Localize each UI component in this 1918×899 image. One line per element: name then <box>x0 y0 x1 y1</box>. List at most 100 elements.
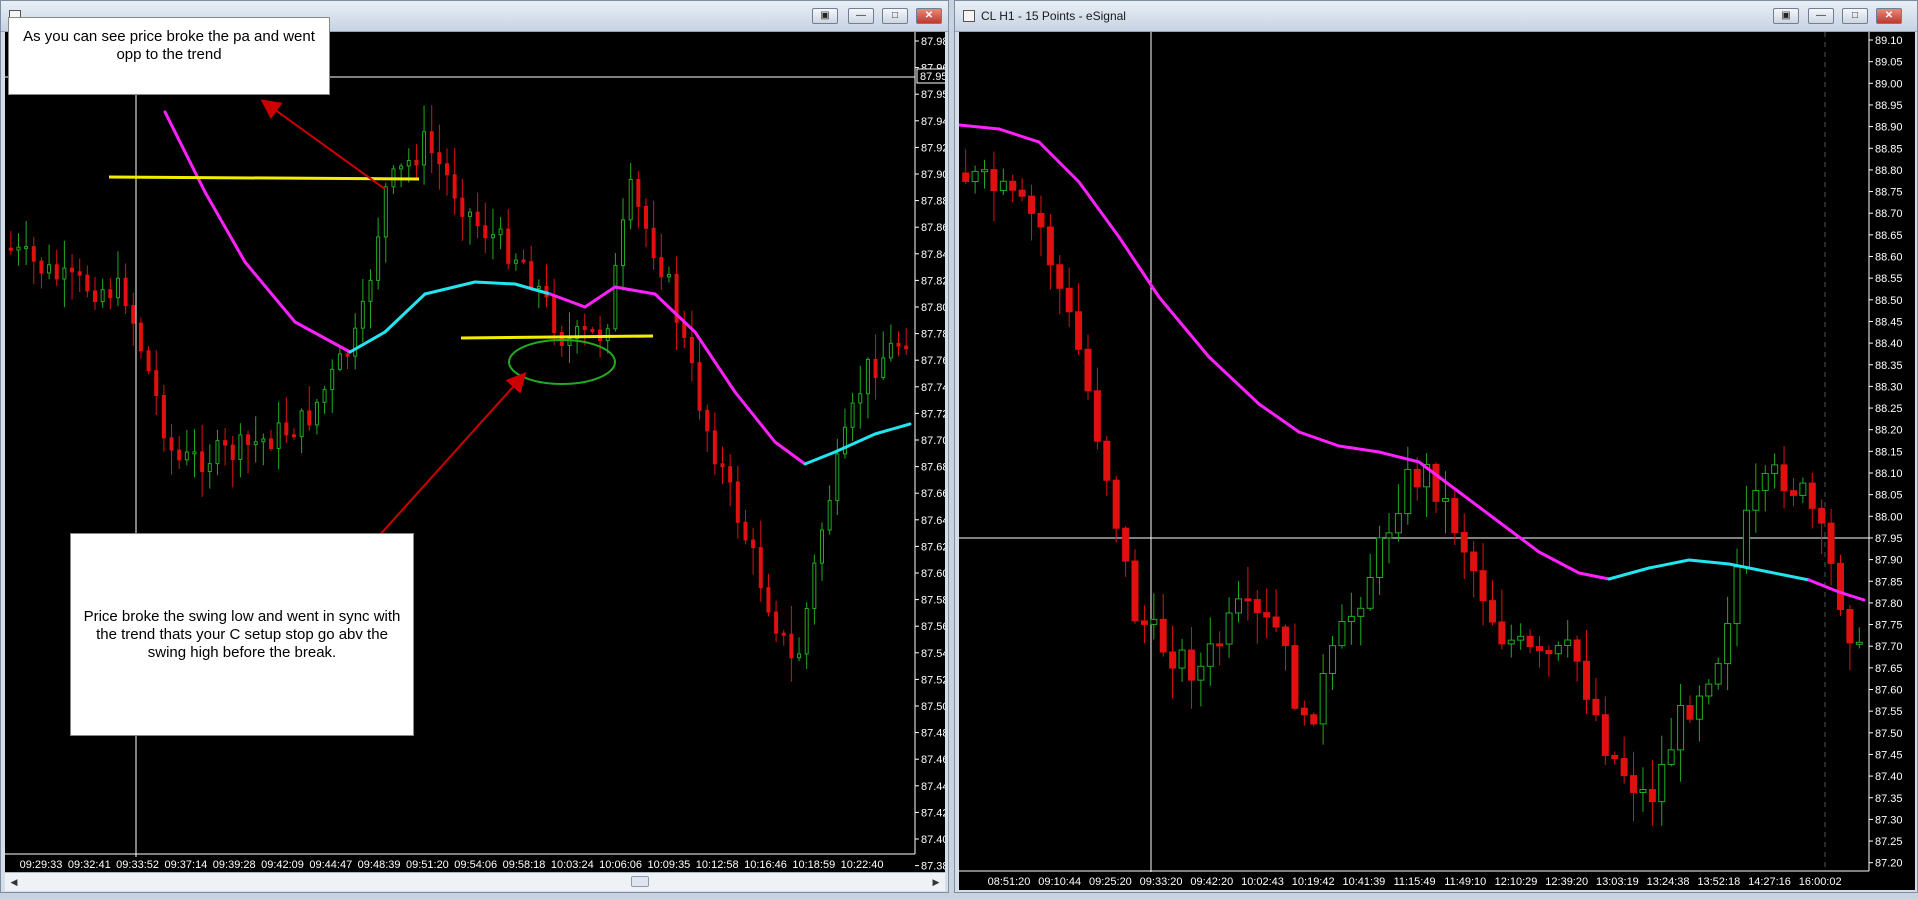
left-y-tick-label: 87.88 <box>921 196 945 208</box>
right-candle <box>1018 189 1026 197</box>
maximize-button[interactable]: □ <box>882 8 908 24</box>
left-y-tick-label: 87.80 <box>921 302 945 314</box>
right-y-tick-label: 88.60 <box>1875 252 1903 264</box>
left-candle <box>712 430 717 465</box>
left-candle <box>47 264 52 274</box>
minimize-button[interactable]: — <box>1808 8 1834 24</box>
current-price-label: 87.95 <box>920 71 945 83</box>
close-button[interactable]: ✕ <box>916 8 942 24</box>
left-candle <box>77 271 82 276</box>
left-price-chart[interactable]: 87.9887.9687.9587.9487.9287.9087.8887.86… <box>5 32 945 872</box>
left-candle <box>697 362 702 411</box>
left-x-tick-label: 09:58:18 <box>503 859 546 871</box>
left-x-tick-label: 09:51:20 <box>406 859 449 871</box>
minimize-icon: — <box>1816 10 1826 21</box>
right-candle <box>1573 639 1581 662</box>
right-y-tick-label: 88.40 <box>1875 338 1903 350</box>
left-x-tick-label: 09:33:52 <box>116 859 159 871</box>
right-y-tick-label: 87.45 <box>1875 749 1903 761</box>
right-y-tick-label: 88.35 <box>1875 360 1903 372</box>
right-candle <box>1366 577 1374 609</box>
right-candle <box>1197 665 1205 681</box>
right-y-tick-label: 87.75 <box>1875 620 1903 632</box>
right-y-tick-label: 89.05 <box>1875 57 1903 69</box>
maximize-button[interactable]: □ <box>1842 8 1868 24</box>
right-candle <box>1300 707 1308 716</box>
right-x-tick-label: 10:41:39 <box>1342 876 1385 888</box>
left-candle <box>781 632 786 636</box>
right-candle <box>1611 754 1619 760</box>
right-x-tick-label: 09:33:20 <box>1140 876 1183 888</box>
right-y-tick-label: 87.80 <box>1875 598 1903 610</box>
left-candle <box>850 402 855 428</box>
right-candle <box>1752 489 1760 511</box>
right-price-chart[interactable]: 89.10 89.05 89.00 88.95 88.90 88.85 88.80 88.75… <box>959 32 1915 890</box>
scroll-left-arrow-icon[interactable]: ◀ <box>7 875 21 889</box>
right-y-tick-label: 88.00 <box>1875 511 1903 523</box>
right-candle <box>1319 672 1327 725</box>
right-x-tick-label: 13:52:18 <box>1697 876 1740 888</box>
right-candle <box>1733 566 1741 625</box>
right-y-tick-label: 87.85 <box>1875 576 1903 588</box>
left-horizontal-scrollbar[interactable]: ◀ ▶ <box>5 872 945 891</box>
left-candle <box>835 453 840 502</box>
close-button[interactable]: ✕ <box>1876 8 1902 24</box>
right-y-tick-label: 87.50 <box>1875 728 1903 740</box>
right-chart-canvas: 89.10 89.05 89.00 88.95 88.90 88.85 88.80 88.75… <box>959 32 1915 890</box>
left-candle <box>131 305 136 324</box>
left-x-tick-label: 10:06:06 <box>599 859 642 871</box>
left-y-tick-label: 87.58 <box>921 595 945 607</box>
right-candle <box>1037 212 1045 228</box>
left-y-tick-label: 87.94 <box>921 116 945 128</box>
left-candle <box>138 322 143 352</box>
left-candle <box>521 259 526 263</box>
right-y-tick-label: 88.45 <box>1875 316 1903 328</box>
restore-all-button[interactable]: ▣ <box>1773 8 1799 24</box>
right-candle <box>1639 789 1647 793</box>
left-candle <box>422 131 427 166</box>
right-y-tick-label: 87.95 <box>1875 533 1903 545</box>
scroll-right-arrow-icon[interactable]: ▶ <box>929 875 943 889</box>
left-y-tick-label: 87.84 <box>921 249 945 261</box>
right-candle <box>1206 643 1214 667</box>
minimize-icon: — <box>856 10 866 21</box>
right-title-bar[interactable]: CL H1 - 15 Points - eSignal ▣ — □ ✕ <box>955 1 1917 32</box>
left-candle <box>307 410 312 426</box>
right-candle <box>971 170 979 183</box>
restore-all-button[interactable]: ▣ <box>812 8 838 24</box>
left-candle <box>827 500 832 531</box>
right-candle <box>1658 763 1666 803</box>
left-candle <box>184 451 189 461</box>
left-candle <box>276 422 281 449</box>
right-candle <box>981 169 989 173</box>
right-y-tick-label: 88.95 <box>1875 100 1903 112</box>
left-candle <box>789 633 794 659</box>
left-candle <box>735 481 740 523</box>
left-y-tick-label: 87.46 <box>921 754 945 766</box>
right-y-tick-label: 87.35 <box>1875 793 1903 805</box>
left-candle <box>100 289 105 303</box>
right-candle <box>1394 513 1402 534</box>
left-candle <box>291 434 296 438</box>
right-candle <box>1771 464 1779 474</box>
left-candle <box>215 440 220 465</box>
left-chart-window: ▣ — □ ✕ 87.9887.9687.9587.9487.9287.9087… <box>0 0 949 893</box>
left-y-tick-label: 87.72 <box>921 408 945 420</box>
moving-average-line <box>473 280 517 286</box>
left-candle <box>498 228 503 236</box>
right-y-tick-label: 88.15 <box>1875 446 1903 458</box>
left-y-tick-label: 87.50 <box>921 701 945 713</box>
left-candle <box>330 368 335 391</box>
annotation-note-bottom-text: Price broke the swing low and went in sy… <box>83 607 401 661</box>
left-candle <box>246 434 251 446</box>
right-candle <box>1338 621 1346 647</box>
left-candle <box>383 186 388 238</box>
scroll-thumb[interactable] <box>631 876 649 887</box>
resistance-line <box>108 175 420 181</box>
left-y-tick-label: 87.68 <box>921 462 945 474</box>
right-candle <box>1535 646 1543 652</box>
right-candle <box>1545 650 1553 655</box>
right-candle <box>1780 464 1788 492</box>
minimize-button[interactable]: — <box>848 8 874 24</box>
right-x-tick-label: 13:03:19 <box>1596 876 1639 888</box>
